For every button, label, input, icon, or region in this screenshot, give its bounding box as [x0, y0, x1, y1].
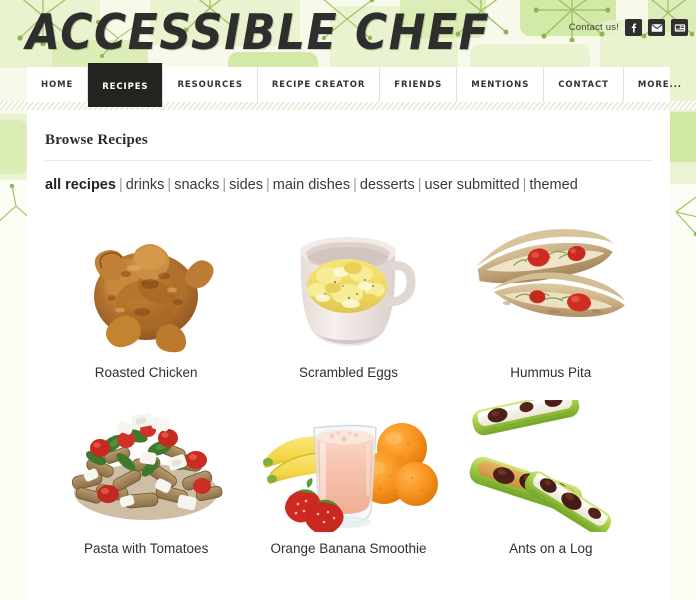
- recipe-card-pasta-with-tomatoes[interactable]: Pasta with Tomatoes: [45, 387, 247, 557]
- category-separator: |: [118, 177, 123, 193]
- nav-item-more[interactable]: MORE...: [624, 67, 696, 102]
- recipe-label: Roasted Chicken: [94, 365, 198, 380]
- facebook-icon[interactable]: [625, 19, 642, 36]
- category-link-desserts[interactable]: desserts: [360, 177, 415, 193]
- category-separator: |: [353, 177, 357, 193]
- recipe-label: Scrambled Eggs: [298, 365, 399, 380]
- nav-item-recipes[interactable]: RECIPES: [88, 63, 164, 107]
- category-separator: |: [167, 177, 172, 193]
- site-logo-title[interactable]: ACCESSIBLE CHEF: [26, 4, 490, 62]
- site-header: ACCESSIBLE CHEF Contact us!: [0, 0, 696, 68]
- recipe-card-roasted-chicken[interactable]: Roasted Chicken: [45, 211, 247, 381]
- nav-item-friends[interactable]: FRIENDS: [380, 67, 458, 102]
- recipe-grid: Roasted Chicken Scrambled Eggs Hummus Pi…: [45, 211, 652, 557]
- content-panel: Browse Recipes all recipes | drinks | snacks…: [27, 110, 670, 600]
- recipe-label: Ants on a Log: [509, 541, 593, 556]
- category-separator: |: [265, 177, 270, 193]
- category-link-drinks[interactable]: drinks: [126, 177, 165, 193]
- category-filter-bar: all recipes | drinks | snacks | sides | main dis…: [45, 175, 652, 195]
- roasted-chicken-image: [45, 222, 247, 358]
- orange-banana-smoothie-image: [247, 398, 449, 534]
- page-title: Browse Recipes: [45, 132, 148, 148]
- category-link-sides[interactable]: sides: [229, 177, 263, 193]
- nav-item-home[interactable]: HOME: [27, 67, 89, 102]
- email-icon[interactable]: [648, 19, 665, 36]
- main-navigation: HOME RECIPES RESOURCES RECIPE CREATOR FR…: [27, 63, 696, 107]
- pasta-with-tomatoes-image: [45, 398, 247, 534]
- page-root: ACCESSIBLE CHEF Contact us! HOME RECIPES…: [0, 0, 696, 600]
- hummus-pita-image: [450, 222, 652, 358]
- category-link-all-recipes[interactable]: all recipes: [45, 177, 116, 193]
- category-link-themed[interactable]: themed: [529, 177, 577, 193]
- recipe-card-orange-banana-smoothie[interactable]: Orange Banana Smoothie: [247, 387, 449, 557]
- nav-item-recipe-creator[interactable]: RECIPE CREATOR: [258, 67, 381, 102]
- recipe-label: Hummus Pita: [510, 365, 592, 380]
- nav-item-resources[interactable]: RESOURCES: [163, 67, 258, 102]
- contact-us-label[interactable]: Contact us!: [569, 22, 619, 33]
- recipe-label: Orange Banana Smoothie: [270, 541, 427, 556]
- contact-area: Contact us!: [569, 19, 688, 36]
- recipe-card-hummus-pita[interactable]: Hummus Pita: [450, 211, 652, 381]
- category-separator: |: [522, 177, 527, 193]
- category-link-snacks[interactable]: snacks: [174, 177, 219, 193]
- ants-on-a-log-image: [450, 398, 652, 534]
- recipe-label: Pasta with Tomatoes: [84, 541, 209, 556]
- recipe-card-scrambled-eggs[interactable]: Scrambled Eggs: [247, 211, 449, 381]
- category-link-user-submitted[interactable]: user submitted: [425, 177, 520, 193]
- category-link-main-dishes[interactable]: main dishes: [273, 177, 350, 193]
- category-separator: |: [222, 177, 227, 193]
- youtube-icon[interactable]: [671, 19, 688, 36]
- nav-item-contact[interactable]: CONTACT: [544, 67, 624, 102]
- nav-item-mentions[interactable]: MENTIONS: [457, 67, 545, 102]
- title-divider: [45, 160, 652, 161]
- scrambled-eggs-image: [247, 222, 449, 358]
- recipe-card-ants-on-a-log[interactable]: Ants on a Log: [450, 387, 652, 557]
- category-separator: |: [417, 177, 422, 193]
